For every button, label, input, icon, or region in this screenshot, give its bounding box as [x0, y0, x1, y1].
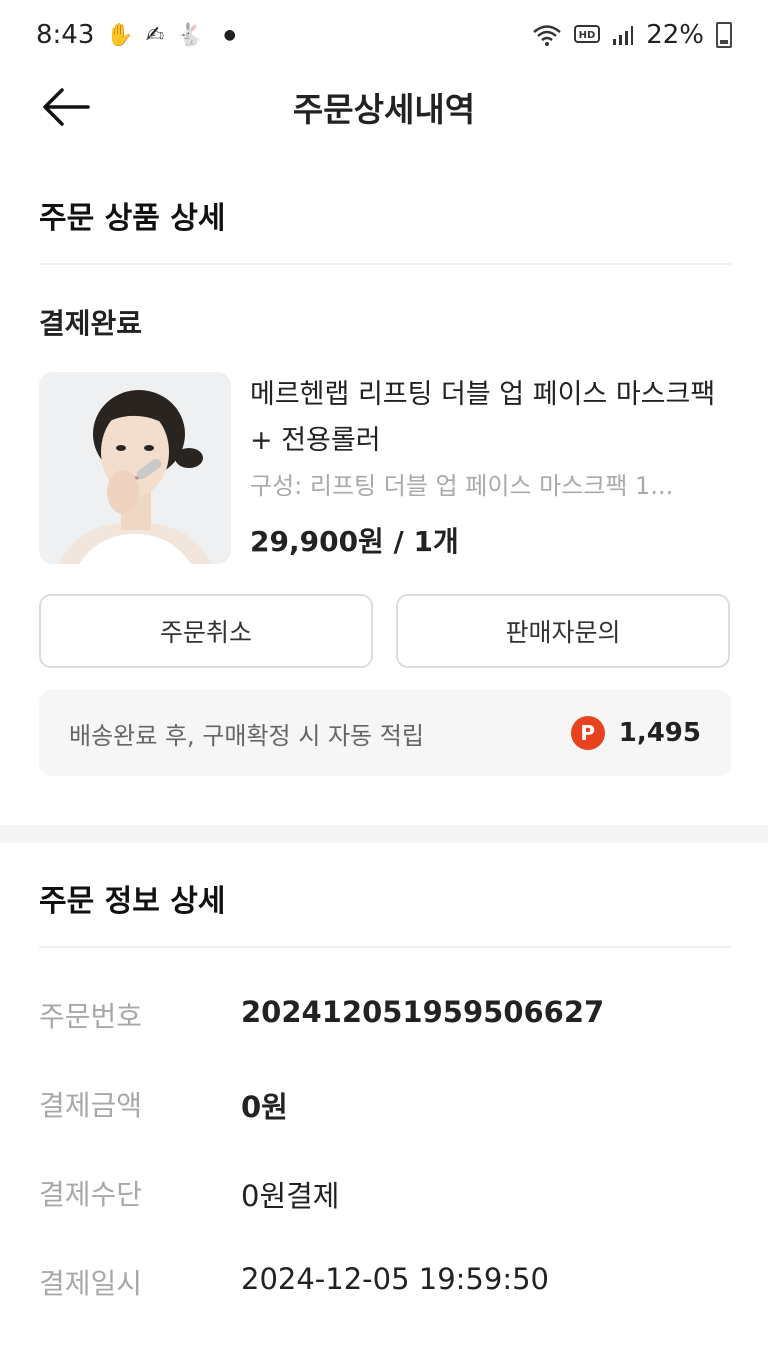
- points-value: 1,495: [618, 718, 701, 748]
- product-price: 29,900원 / 1개: [250, 525, 459, 558]
- product-section-title: 주문 상품 상세: [39, 201, 226, 236]
- order-status: 결제완료: [39, 307, 143, 340]
- status-left: 8:43 ✋ ✍ 🐇 ●: [36, 20, 236, 50]
- product-name[interactable]: 메르헨랩 리프팅 더블 업 페이스 마스크팩 + 전용롤러: [250, 372, 732, 464]
- payment-method-value: 0원결제: [241, 1179, 340, 1213]
- hand-icon: ✋: [106, 22, 134, 48]
- wifi-icon: [533, 25, 562, 46]
- status-bar: 8:43 ✋ ✍ 🐇 ● HD 22%: [0, 0, 768, 70]
- payment-method-label: 결제수단: [39, 1178, 143, 1211]
- status-right: HD 22%: [532, 20, 732, 50]
- notification-dot-icon: ●: [223, 27, 236, 43]
- app-bar: 주문상세내역: [0, 70, 768, 144]
- cancel-order-button[interactable]: 주문취소: [39, 594, 373, 668]
- point-icon: P: [570, 716, 605, 750]
- payment-date-value: 2024-12-05 19:59:50: [241, 1262, 549, 1296]
- page-title: 주문상세내역: [292, 90, 476, 129]
- payment-amount-label: 결제금액: [39, 1089, 143, 1122]
- product-option: 구성: 리프팅 더블 업 페이스 마스크팩 1...: [250, 472, 674, 500]
- payment-amount-value: 0원: [241, 1090, 288, 1124]
- points-amount-group: P 1,495: [570, 716, 701, 750]
- signal-icon: [613, 26, 634, 45]
- hd-icon: HD: [574, 25, 601, 43]
- battery-icon: [716, 22, 732, 48]
- points-description: 배송완료 후, 구매확정 시 자동 적립: [69, 721, 424, 750]
- battery-percent: 22%: [646, 20, 704, 50]
- order-number-value: 202412051959506627: [241, 995, 605, 1029]
- seller-inquiry-button[interactable]: 판매자문의: [396, 594, 730, 668]
- divider: [39, 946, 731, 948]
- order-number-label: 주문번호: [39, 1000, 143, 1033]
- status-time: 8:43: [36, 20, 95, 50]
- product-image[interactable]: [39, 372, 231, 564]
- app-icon: ✍: [145, 22, 165, 48]
- back-arrow-icon[interactable]: [40, 86, 92, 128]
- points-info-box: 배송완료 후, 구매확정 시 자동 적립 P 1,495: [39, 690, 731, 776]
- payment-date-label: 결제일시: [39, 1267, 143, 1300]
- product-photo-illustration: [39, 372, 231, 564]
- divider: [39, 263, 731, 265]
- rabbit-icon: 🐇: [176, 22, 204, 48]
- order-info-section-title: 주문 정보 상세: [39, 884, 226, 919]
- svg-text:HD: HD: [579, 30, 596, 41]
- section-separator: [0, 825, 768, 843]
